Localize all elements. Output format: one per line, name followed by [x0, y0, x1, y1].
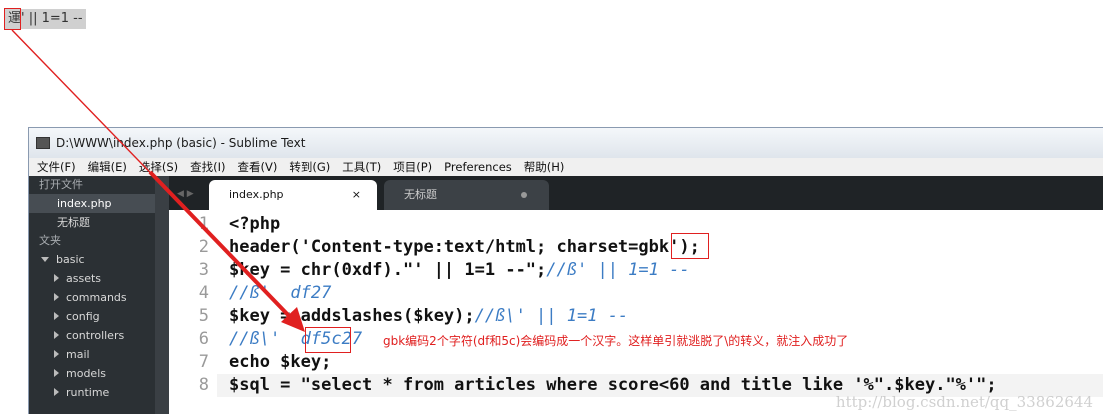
chevron-right-icon [54, 350, 59, 358]
sublime-window: D:\WWW\index.php (basic) - Sublime Text … [28, 127, 1103, 414]
app-icon [36, 137, 50, 149]
menu-bar: 文件(F) 编辑(E) 选择(S) 查找(I) 查看(V) 转到(G) 工具(T… [29, 158, 1103, 176]
folder-label: models [66, 367, 106, 380]
chevron-right-icon [54, 274, 59, 282]
tab-label: 无标题 [404, 188, 437, 201]
highlight-box-df5c [305, 327, 351, 353]
line-number: 7 [198, 352, 209, 372]
chevron-right-icon [54, 312, 59, 320]
chevron-right-icon [54, 293, 59, 301]
menu-edit[interactable]: 编辑(E) [88, 159, 127, 175]
folders-header: 文夹 [39, 234, 61, 247]
code-text: $key = chr(0xdf)."' || 1=1 --"; [229, 260, 547, 280]
sidebar: 打开文件 index.php 无标题 文夹 basic assets comma… [29, 176, 155, 414]
code-line-1: <?php [229, 214, 281, 234]
line-number: 8 [198, 375, 209, 395]
tab-nav-arrows-icon[interactable]: ◀ ▶ [177, 189, 194, 199]
sidebar-file-untitled[interactable]: 无标题 [29, 213, 155, 232]
watermark: http://blog.csdn.net/qq_33862644 [835, 393, 1093, 411]
code-editor[interactable]: 1 2 3 4 5 6 7 8 <?php header('Content-ty… [169, 210, 1103, 414]
line-number: 3 [198, 260, 209, 280]
code-line-7: echo $key; [229, 352, 332, 372]
menu-file[interactable]: 文件(F) [37, 159, 76, 175]
sidebar-folder-models[interactable]: models [29, 364, 155, 383]
chevron-right-icon [54, 369, 59, 377]
folder-label: config [66, 310, 100, 323]
chevron-right-icon [54, 331, 59, 339]
highlight-box-output-char [4, 8, 21, 30]
code-line-3: $key = chr(0xdf)."' || 1=1 --";//ß' || 1… [229, 259, 690, 282]
chevron-down-icon [41, 257, 49, 262]
tab-index-php[interactable]: index.php × [209, 180, 377, 210]
sidebar-folder-mail[interactable]: mail [29, 345, 155, 364]
sidebar-folder-runtime[interactable]: runtime [29, 383, 155, 402]
line-number: 5 [198, 306, 209, 326]
line-number: 2 [198, 237, 209, 257]
title-bar: D:\WWW\index.php (basic) - Sublime Text [29, 128, 1103, 158]
line-gutter: 1 2 3 4 5 6 7 8 [169, 210, 217, 414]
folder-label: commands [66, 291, 127, 304]
tab-untitled[interactable]: 无标题 [384, 180, 549, 210]
highlight-box-gbk [671, 233, 709, 259]
folder-label: basic [56, 253, 85, 266]
sidebar-splitter[interactable] [155, 176, 169, 414]
sidebar-folder-commands[interactable]: commands [29, 288, 155, 307]
menu-help[interactable]: 帮助(H) [524, 159, 565, 175]
menu-find[interactable]: 查找(I) [190, 159, 225, 175]
code-comment: //ß' || 1=1 -- [546, 260, 690, 280]
line-number: 6 [198, 329, 209, 349]
window-title: D:\WWW\index.php (basic) - Sublime Text [56, 136, 306, 150]
code-line-5: $key = addslashes($key);//ß\' || 1=1 -- [229, 305, 628, 328]
sidebar-folder-assets[interactable]: assets [29, 269, 155, 288]
code-comment: //ß\' [229, 329, 301, 349]
menu-view[interactable]: 查看(V) [238, 159, 278, 175]
menu-preferences[interactable]: Preferences [444, 160, 512, 174]
tab-label: index.php [229, 188, 284, 201]
sidebar-folder-controllers[interactable]: controllers [29, 326, 155, 345]
sidebar-folder-basic[interactable]: basic [29, 250, 155, 269]
code-line-4: //ß' df27 [229, 283, 332, 303]
folder-label: controllers [66, 329, 125, 342]
folder-label: assets [66, 272, 102, 285]
chevron-right-icon [54, 388, 59, 396]
sidebar-folder-config[interactable]: config [29, 307, 155, 326]
sidebar-file-index[interactable]: index.php [29, 194, 155, 213]
menu-project[interactable]: 项目(P) [393, 159, 432, 175]
menu-tools[interactable]: 工具(T) [342, 159, 381, 175]
tab-bar: ◀ ▶ index.php × 无标题 [169, 176, 1103, 210]
code-text: header('Content-type:text/html; charset= [229, 237, 639, 257]
annotation-text: gbk编码2个字符(df和5c)会编码成一个汉字。这样单引就逃脱了\的转义，就注… [383, 334, 849, 348]
code-charset-gbk: gbk [638, 237, 670, 257]
open-files-header: 打开文件 [39, 178, 83, 191]
code-text: $key = addslashes($key); [229, 306, 475, 326]
code-line-2: header('Content-type:text/html; charset=… [229, 236, 700, 259]
folder-label: mail [66, 348, 90, 361]
unsaved-dot-icon [521, 192, 527, 198]
menu-goto[interactable]: 转到(G) [289, 159, 330, 175]
folder-label: runtime [66, 386, 110, 399]
close-icon[interactable]: × [352, 180, 361, 210]
line-number: 4 [198, 283, 209, 303]
code-comment: //ß\' || 1=1 -- [474, 306, 629, 326]
menu-selection[interactable]: 选择(S) [139, 159, 178, 175]
line-number: 1 [198, 214, 209, 234]
